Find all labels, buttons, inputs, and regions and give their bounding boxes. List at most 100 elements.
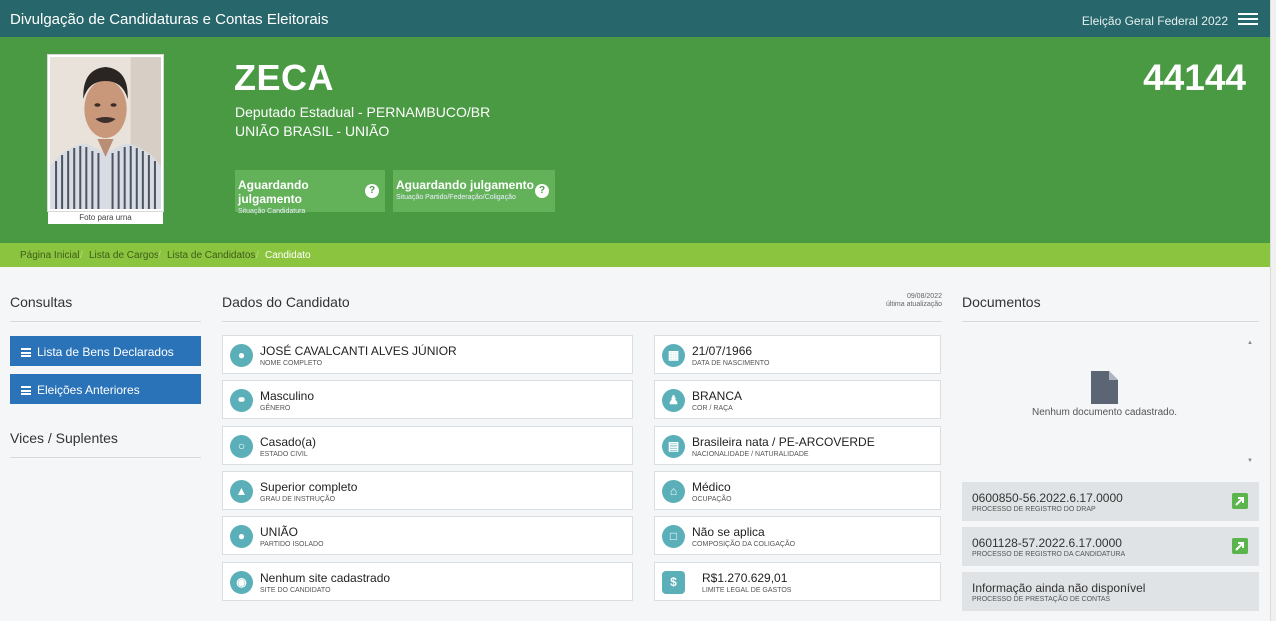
dados-title: Dados do Candidato: [222, 294, 350, 310]
no-documents-text: Nenhum documento cadastrado.: [1032, 407, 1178, 418]
field-label: ESTADO CIVIL: [260, 451, 308, 458]
field-label: NACIONALIDADE / NATURALIDADE: [692, 451, 809, 458]
field-label: LIMITE LEGAL DE GASTOS: [702, 587, 792, 594]
button-label: Eleições Anteriores: [37, 383, 140, 397]
group-icon: ●: [230, 525, 253, 548]
process-number: Informação ainda não disponível: [972, 581, 1146, 595]
hamburger-menu-icon[interactable]: [1238, 13, 1258, 25]
top-bar: Divulgação de Candidaturas e Contas Elei…: [0, 0, 1270, 37]
field-value: 21/07/1966: [692, 344, 753, 358]
documentos-title: Documentos: [962, 294, 1041, 310]
list-icon: [21, 348, 31, 357]
external-link-icon[interactable]: [1232, 538, 1248, 554]
candidate-hero: Foto para urna ZECA Deputado Estadual - …: [0, 37, 1270, 243]
divider: [962, 321, 1259, 322]
list-icon: [21, 386, 31, 395]
field-cor-raca: ♟ BRANCA COR / RAÇA: [654, 380, 941, 419]
field-value: JOSÉ CAVALCANTI ALVES JÚNIOR: [260, 344, 457, 358]
field-label: SITE DO CANDIDATO: [260, 587, 331, 594]
status-candidatura: Aguardando julgamento Situação Candidatu…: [235, 170, 385, 215]
field-label: DATA DE NASCIMENTO: [692, 360, 770, 367]
help-icon[interactable]: ?: [535, 184, 549, 198]
field-estado-civil: ○ Casado(a) ESTADO CIVIL: [222, 426, 633, 465]
field-limite-gastos: $ R$1.270.629,01 LIMITE LEGAL DE GASTOS: [654, 562, 941, 601]
app-title[interactable]: Divulgação de Candidaturas e Contas Elei…: [10, 11, 329, 28]
field-nome-completo: ● JOSÉ CAVALCANTI ALVES JÚNIOR NOME COMP…: [222, 335, 633, 374]
candidate-number: 44144: [1143, 57, 1246, 98]
process-drap: 0600850-56.2022.6.17.0000 PROCESSO DE RE…: [962, 482, 1259, 521]
breadcrumb-home[interactable]: Página Inicial: [20, 250, 79, 261]
field-grau-instrucao: ▲ Superior completo GRAU DE INSTRUÇÃO: [222, 471, 633, 510]
divider: [222, 321, 942, 322]
divider: [10, 321, 201, 322]
field-value: UNIÃO: [260, 525, 299, 539]
bank-icon: ⌂: [662, 480, 685, 503]
last-update-label: última atualização: [885, 301, 942, 308]
candidate-photo-image: [50, 57, 161, 209]
field-value: Nenhum site cadastrado: [260, 571, 391, 585]
breadcrumb-separator: /: [158, 250, 161, 261]
process-label: PROCESSO DE REGISTRO DA CANDIDATURA: [972, 551, 1126, 558]
vices-title: Vices / Suplentes: [10, 430, 118, 446]
status-value: Aguardando julgamento: [396, 178, 534, 192]
field-partido: ● UNIÃO PARTIDO ISOLADO: [222, 516, 633, 555]
field-value: Não se aplica: [692, 525, 765, 539]
field-value: R$1.270.629,01: [702, 571, 788, 585]
field-site: ◉ Nenhum site cadastrado SITE DO CANDIDA…: [222, 562, 633, 601]
field-coligacao: □ Não se aplica COMPOSIÇÃO DA COLIGAÇÃO: [654, 516, 941, 555]
last-update-date: 09/08/2022: [906, 293, 942, 300]
process-label: PROCESSO DE REGISTRO DO DRAP: [972, 506, 1096, 513]
process-prestacao-contas: Informação ainda não disponível PROCESSO…: [962, 572, 1259, 611]
status-partido: Aguardando julgamento Situação Partido/F…: [393, 170, 555, 212]
process-number: 0601128-57.2022.6.17.0000: [972, 536, 1122, 550]
process-label: PROCESSO DE PRESTAÇÃO DE CONTAS: [972, 596, 1111, 603]
scroll-up-icon[interactable]: ▲: [1247, 340, 1253, 346]
field-label: OCUPAÇÃO: [692, 496, 732, 503]
documents-scrollbar[interactable]: ▲ ▼: [1244, 340, 1256, 464]
external-link-icon[interactable]: [1232, 493, 1248, 509]
calendar-icon: ▦: [662, 344, 685, 367]
button-label: Lista de Bens Declarados: [37, 345, 174, 359]
dollar-icon: $: [662, 571, 685, 594]
breadcrumb-cargos[interactable]: Lista de Cargos: [89, 250, 159, 261]
field-label: COR / RAÇA: [692, 405, 733, 412]
field-value: Casado(a): [260, 435, 317, 449]
page-scrollbar[interactable]: [1270, 0, 1276, 621]
process-candidatura: 0601128-57.2022.6.17.0000 PROCESSO DE RE…: [962, 527, 1259, 566]
candidate-office: Deputado Estadual - PERNAMBUCO/BR: [235, 104, 491, 120]
user-icon: ●: [230, 344, 253, 367]
candidate-name: ZECA: [234, 57, 334, 98]
bens-declarados-button[interactable]: Lista de Bens Declarados: [10, 336, 201, 366]
divider: [10, 457, 201, 458]
status-value: Aguardando julgamento: [238, 178, 309, 206]
person-icon: ♟: [662, 389, 685, 412]
map-icon: ▤: [662, 435, 685, 458]
field-nacionalidade: ▤ Brasileira nata / PE-ARCOVERDE NACIONA…: [654, 426, 941, 465]
breadcrumb-current: Candidato: [265, 250, 311, 261]
field-data-nascimento: ▦ 21/07/1966 DATA DE NASCIMENTO: [654, 335, 941, 374]
document-icon: [1091, 371, 1118, 404]
field-label: GÊNERO: [260, 405, 291, 412]
election-label: Eleição Geral Federal 2022: [1081, 14, 1228, 28]
breadcrumb-candidatos[interactable]: Lista de Candidatos: [167, 250, 255, 261]
field-label: NOME COMPLETO: [260, 360, 323, 367]
candidate-photo: [48, 55, 163, 211]
status-label: Situação Partido/Federação/Coligação: [396, 194, 516, 201]
globe-icon: ◉: [230, 571, 253, 594]
breadcrumb: Página Inicial / Lista de Cargos / Lista…: [0, 243, 1270, 267]
eleicoes-anteriores-button[interactable]: Eleições Anteriores: [10, 374, 201, 404]
gender-icon: ⚭: [230, 389, 253, 412]
field-ocupacao: ⌂ Médico OCUPAÇÃO: [654, 471, 941, 510]
page: Divulgação de Candidaturas e Contas Elei…: [0, 0, 1276, 621]
status-label: Situação Candidatura: [238, 208, 306, 215]
field-label: COMPOSIÇÃO DA COLIGAÇÃO: [692, 541, 796, 548]
process-number: 0600850-56.2022.6.17.0000: [972, 491, 1123, 505]
field-value: Brasileira nata / PE-ARCOVERDE: [692, 435, 875, 449]
scroll-down-icon[interactable]: ▼: [1247, 458, 1253, 464]
help-icon[interactable]: ?: [365, 184, 379, 198]
photo-caption: Foto para urna: [48, 212, 163, 224]
field-label: GRAU DE INSTRUÇÃO: [260, 496, 336, 503]
breadcrumb-separator: /: [80, 250, 83, 261]
consultas-title: Consultas: [10, 294, 73, 310]
ring-icon: ○: [230, 435, 253, 458]
